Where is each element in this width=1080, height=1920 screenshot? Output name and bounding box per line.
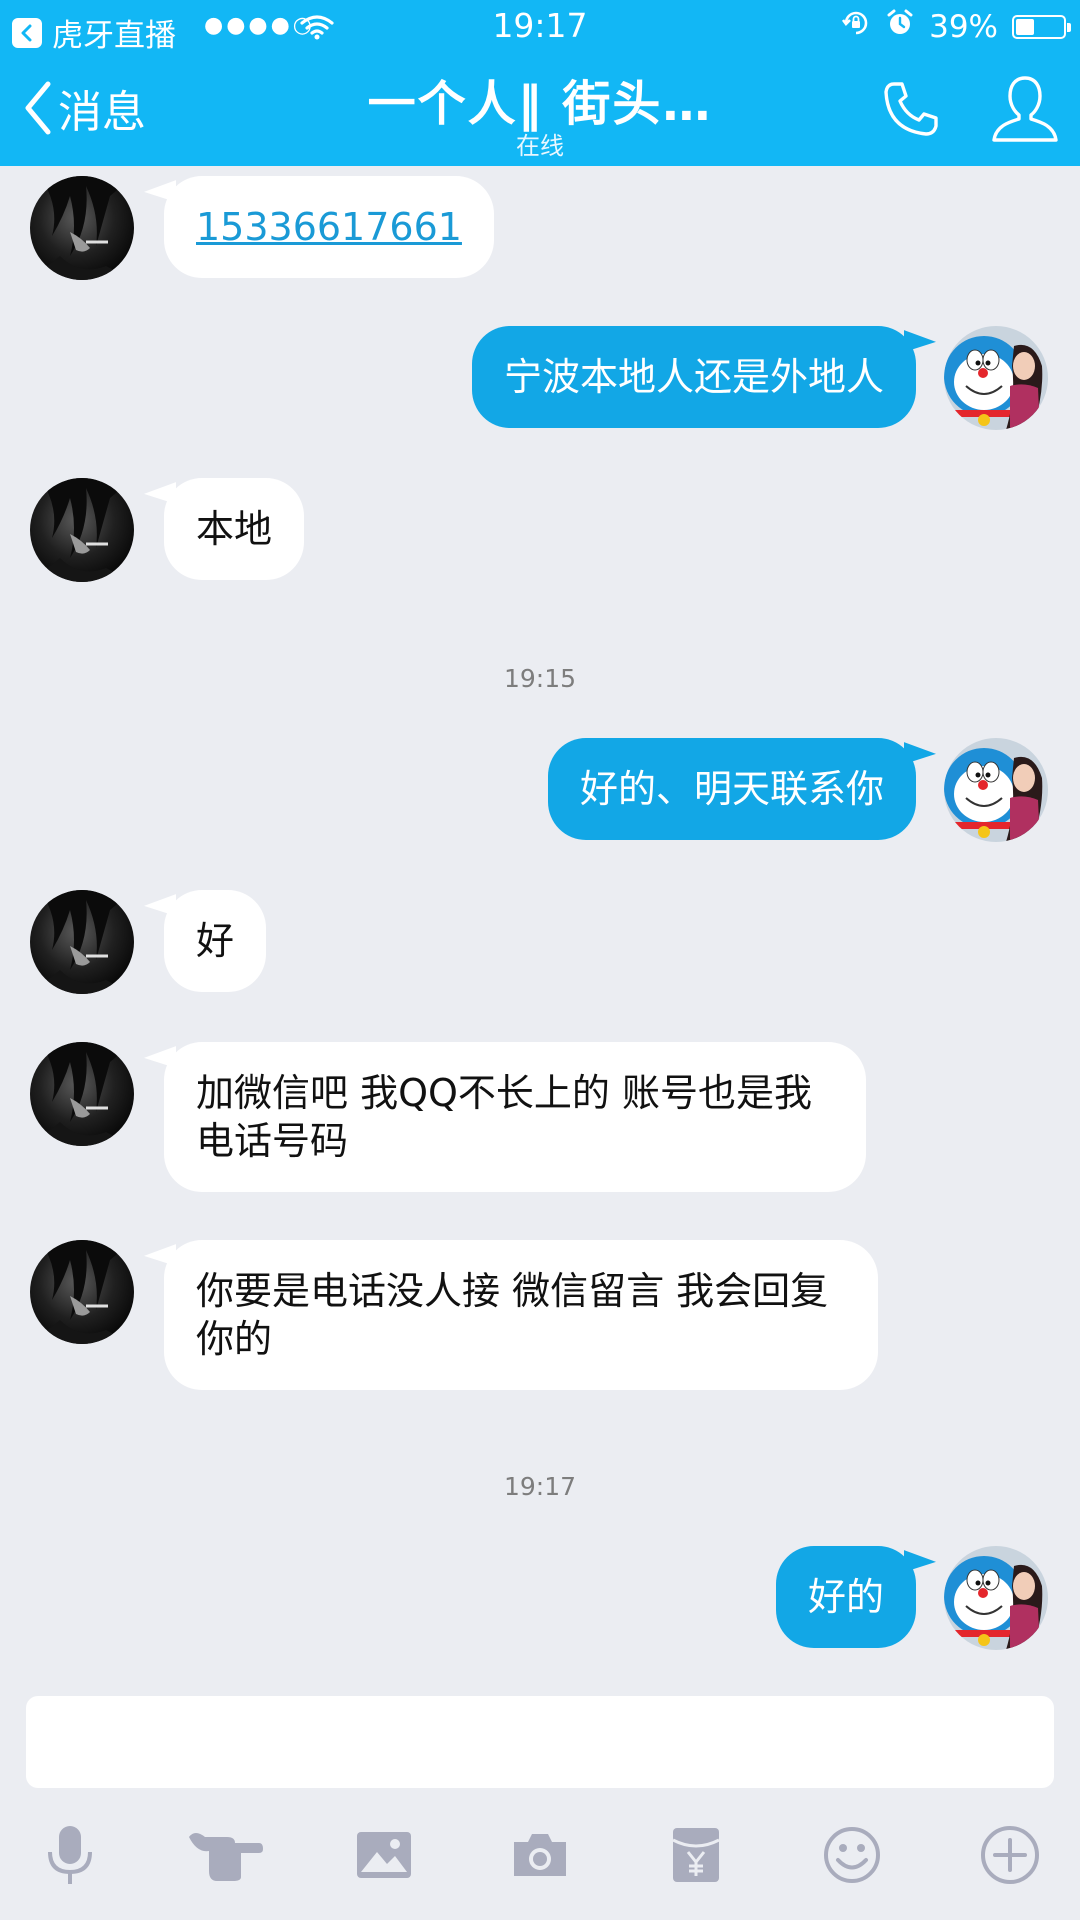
chevron-left-icon xyxy=(25,81,51,135)
phone-number-link[interactable]: 15336617661 xyxy=(196,205,462,249)
status-right: 39% xyxy=(841,8,1071,46)
message-text: 加微信吧 我QQ不长上的 账号也是我电话号码 xyxy=(196,1071,812,1163)
message-bubble[interactable]: 本地 xyxy=(164,478,305,580)
alarm-icon xyxy=(885,8,915,46)
profile-button[interactable] xyxy=(990,72,1060,150)
chat-title[interactable]: 一个人‖ 街头… xyxy=(300,64,780,134)
image-icon[interactable] xyxy=(344,1810,424,1900)
emoji-icon[interactable] xyxy=(812,1810,892,1900)
status-bar: 虎牙直播 ●●●●○ 19:17 39% xyxy=(0,0,1080,54)
microphone-icon[interactable] xyxy=(30,1810,110,1900)
battery-percent: 39% xyxy=(929,9,998,45)
message-bubble[interactable]: 加微信吧 我QQ不长上的 账号也是我电话号码 xyxy=(164,1042,866,1192)
battery-icon xyxy=(1012,15,1071,39)
message-bubble[interactable]: 你要是电话没人接 微信留言 我会回复你的 xyxy=(164,1240,878,1390)
timestamp: 19:17 xyxy=(503,1472,577,1501)
my-avatar[interactable] xyxy=(944,738,1048,842)
message-bubble[interactable]: 好 xyxy=(164,890,267,992)
phone-call-button[interactable] xyxy=(880,78,942,144)
message-input[interactable] xyxy=(26,1696,1054,1788)
rotation-lock-icon xyxy=(841,8,871,46)
online-status: 在线 xyxy=(516,132,564,160)
my-avatar[interactable] xyxy=(944,326,1048,430)
contact-avatar[interactable] xyxy=(30,478,134,582)
red-packet-icon[interactable] xyxy=(656,1810,736,1900)
top-bar: 虎牙直播 ●●●●○ 19:17 39% 消息 一个人‖ 街头… 在线 xyxy=(0,0,1080,166)
poke-hand-icon[interactable] xyxy=(186,1810,266,1900)
message-text: 你要是电话没人接 微信留言 我会回复你的 xyxy=(196,1269,829,1361)
message-bubble[interactable]: 好的、明天联系你 xyxy=(547,738,916,840)
chat-screen: 虎牙直播 ●●●●○ 19:17 39% 消息 一个人‖ 街头… 在线 1533… xyxy=(0,0,1080,1920)
contact-avatar[interactable] xyxy=(30,890,134,994)
plus-icon[interactable] xyxy=(970,1810,1050,1900)
phone-icon xyxy=(884,82,938,136)
message-list[interactable]: 15336617661 宁波本地人还是外地人 本地 19:15 好的、明天联系你… xyxy=(0,166,1080,1694)
contact-avatar[interactable] xyxy=(30,1042,134,1146)
back-button[interactable]: 消息 xyxy=(20,76,146,140)
message-text: 好 xyxy=(196,919,235,963)
message-bubble[interactable]: 宁波本地人还是外地人 xyxy=(471,326,916,428)
message-text: 好的 xyxy=(807,1575,884,1619)
message-bubble[interactable]: 好的 xyxy=(775,1546,916,1648)
camera-icon[interactable] xyxy=(500,1810,580,1900)
message-text: 好的、明天联系你 xyxy=(579,767,884,811)
my-avatar[interactable] xyxy=(944,1546,1048,1650)
timestamp: 19:15 xyxy=(503,664,577,693)
message-text: 本地 xyxy=(196,507,273,551)
user-profile-icon xyxy=(992,76,1058,142)
contact-avatar[interactable] xyxy=(30,176,134,280)
back-button-label: 消息 xyxy=(58,87,146,138)
battery-fill xyxy=(1016,19,1034,35)
contact-avatar[interactable] xyxy=(30,1240,134,1344)
input-toolbar xyxy=(0,1810,1080,1900)
nav-bar: 消息 一个人‖ 街头… 在线 xyxy=(0,52,1080,166)
message-text: 宁波本地人还是外地人 xyxy=(503,355,884,399)
message-bubble[interactable]: 15336617661 xyxy=(164,176,494,278)
